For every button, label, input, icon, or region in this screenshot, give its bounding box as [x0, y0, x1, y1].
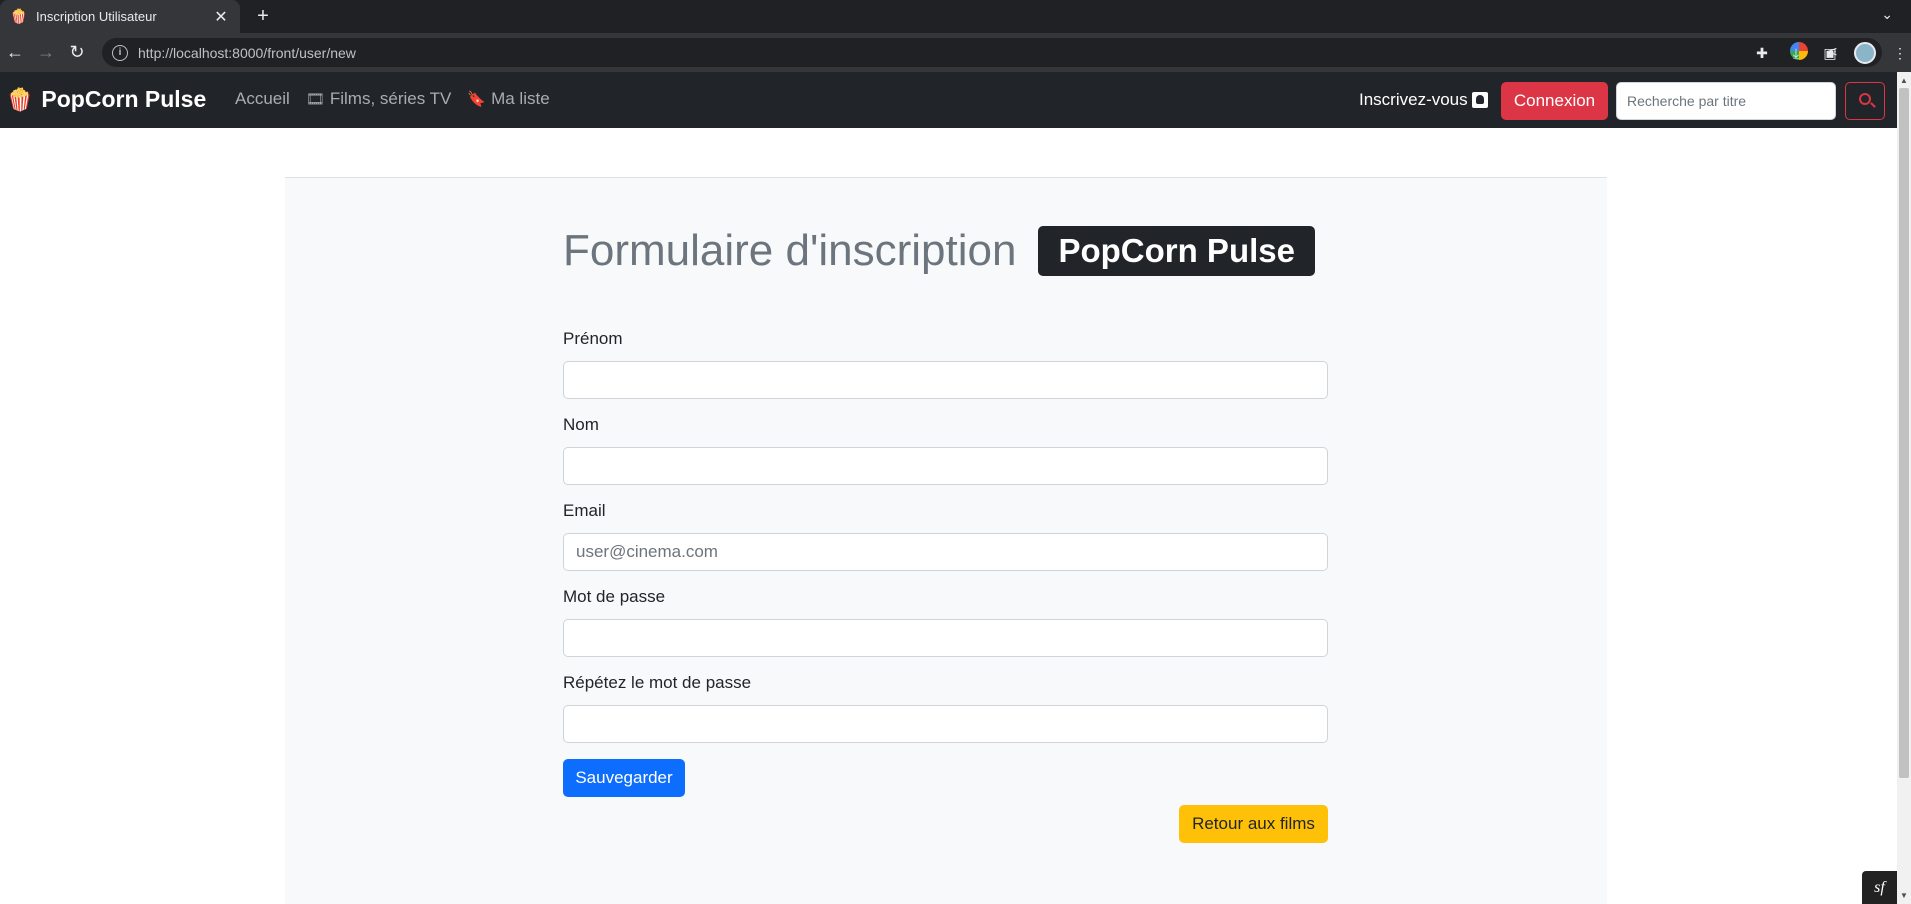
back-to-films-button[interactable]: Retour aux films: [1179, 805, 1328, 843]
new-tab-button[interactable]: +: [252, 5, 274, 27]
password-field[interactable]: [563, 619, 1328, 657]
info-icon[interactable]: i: [112, 44, 128, 61]
sidepanel-icon[interactable]: ▣: [1820, 43, 1840, 63]
main-container: Formulaire d'inscription PopCorn Pulse P…: [285, 177, 1607, 904]
nav-link-label: Accueil: [235, 89, 290, 108]
firstname-field[interactable]: [563, 361, 1328, 399]
signup-label: Inscrivez-vous: [1359, 90, 1468, 109]
back-arrow-icon[interactable]: ←: [4, 41, 26, 63]
lastname-label: Nom: [563, 415, 599, 434]
password-repeat-label: Répétez le mot de passe: [563, 673, 752, 692]
browser-toolbar: ← → ↻ i http://localhost:8000/front/user…: [0, 33, 1911, 72]
tab-title: Inscription Utilisateur: [36, 9, 157, 24]
password-repeat-field[interactable]: [563, 705, 1328, 743]
site-navbar: 🍿 PopCorn Pulse Accueil 🎞 Films, séries …: [0, 72, 1911, 128]
bookmark-icon: 🔖: [467, 91, 487, 108]
popcorn-icon: 🍿: [10, 8, 28, 24]
film-icon: 🎞: [305, 91, 325, 108]
scroll-down-icon[interactable]: ▼: [1900, 891, 1908, 900]
nav-link-home[interactable]: Accueil: [235, 89, 290, 109]
scroll-thumb[interactable]: [1899, 88, 1909, 778]
browser-tabbar: 🍿 Inscription Utilisateur ✕ + ⌄: [0, 0, 1911, 33]
firstname-label: Prénom: [563, 329, 623, 348]
download-icon[interactable]: ⤓: [1786, 43, 1806, 63]
page-title: Formulaire d'inscription: [563, 226, 1017, 275]
browser-tab[interactable]: 🍿 Inscription Utilisateur ✕: [0, 0, 240, 33]
nav-link-label: Films, séries TV: [329, 89, 452, 108]
nav-link-label: Ma liste: [491, 89, 550, 108]
login-button[interactable]: Connexion: [1501, 82, 1608, 120]
lastname-field[interactable]: [563, 447, 1328, 485]
form-heading: Formulaire d'inscription PopCorn Pulse: [563, 226, 1315, 276]
reload-icon[interactable]: ↻: [66, 41, 88, 63]
close-icon[interactable]: ✕: [212, 7, 230, 27]
password-label: Mot de passe: [563, 587, 666, 606]
search-icon: [1859, 93, 1871, 105]
symfony-toolbar-icon[interactable]: sf: [1862, 871, 1897, 904]
brand-badge: PopCorn Pulse: [1038, 226, 1315, 276]
brand-name: PopCorn Pulse: [41, 86, 207, 112]
nav-link-films[interactable]: 🎞 Films, séries TV: [306, 89, 452, 109]
url-text[interactable]: http://localhost:8000/front/user/new: [138, 45, 356, 61]
forward-arrow-icon[interactable]: →: [35, 41, 57, 63]
search-button[interactable]: [1845, 82, 1885, 120]
brand-logo[interactable]: 🍿 PopCorn Pulse: [6, 86, 206, 113]
page-scrollbar[interactable]: ▲ ▼: [1897, 72, 1911, 904]
extensions-icon[interactable]: ✚: [1752, 43, 1772, 63]
signup-link[interactable]: Inscrivez-vous: [1359, 90, 1488, 110]
address-bar[interactable]: i http://localhost:8000/front/user/new ⋖…: [102, 38, 1882, 67]
search-input[interactable]: [1616, 82, 1836, 120]
chevron-down-icon[interactable]: ⌄: [1881, 6, 1893, 23]
menu-icon[interactable]: ⋮: [1890, 43, 1910, 63]
profile-avatar[interactable]: [1854, 42, 1876, 64]
user-icon: [1471, 92, 1488, 108]
nav-link-my-list[interactable]: 🔖 Ma liste: [467, 89, 549, 109]
popcorn-icon: 🍿: [6, 86, 34, 112]
email-field[interactable]: [563, 533, 1328, 571]
save-button[interactable]: Sauvegarder: [563, 759, 685, 797]
scroll-up-icon[interactable]: ▲: [1900, 76, 1908, 85]
email-label: Email: [563, 501, 606, 520]
